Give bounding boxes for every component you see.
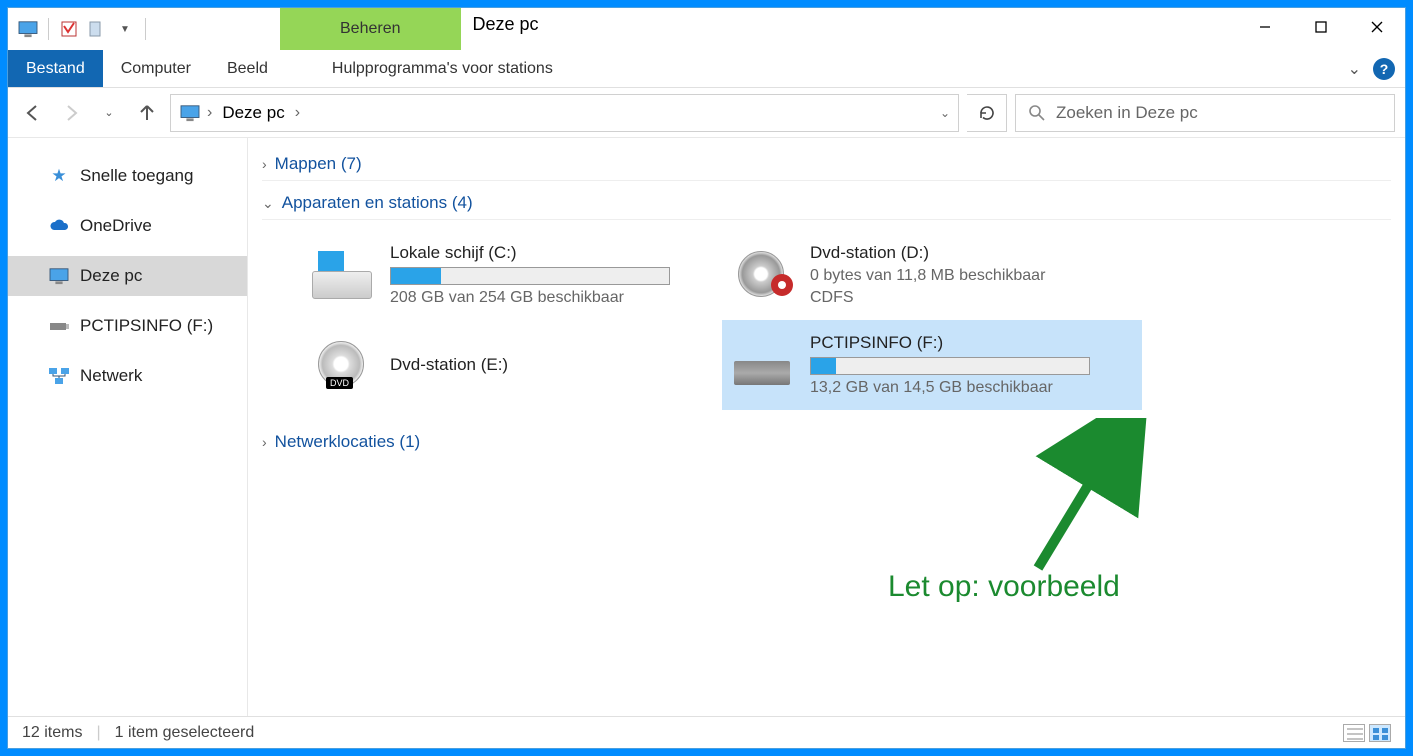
sidebar-item-quick-access[interactable]: ★ Snelle toegang: [8, 156, 247, 196]
dvd-icon: DVD: [312, 341, 376, 389]
sidebar-item-this-pc[interactable]: Deze pc: [8, 256, 247, 296]
status-bar: 12 items | 1 item geselecteerd: [8, 716, 1405, 748]
capacity-bar: [810, 357, 1090, 375]
group-header-folders[interactable]: › Mappen (7): [262, 146, 1391, 181]
cloud-icon: [48, 215, 70, 237]
chevron-right-icon[interactable]: ›: [207, 104, 212, 122]
drive-item-e[interactable]: DVD Dvd-station (E:): [302, 320, 722, 410]
usb-drive-icon: [732, 341, 796, 389]
file-explorer-window: ▼ Beheren Deze pc Bestand Computer Beeld…: [7, 7, 1406, 749]
search-icon: [1028, 104, 1046, 122]
contextual-tab-label: Beheren: [340, 20, 401, 38]
chevron-down-icon: ⌄: [262, 195, 274, 212]
back-button[interactable]: [18, 98, 48, 128]
status-item-count: 12 items: [22, 724, 82, 742]
drive-item-c[interactable]: Lokale schijf (C:) 208 GB van 254 GB bes…: [302, 230, 722, 320]
help-icon[interactable]: ?: [1373, 58, 1395, 80]
drive-subtext: 208 GB van 254 GB beschikbaar: [390, 289, 712, 307]
sidebar-item-usb-drive[interactable]: PCTIPSINFO (F:): [8, 306, 247, 346]
quick-access-toolbar: ▼: [8, 8, 150, 50]
chevron-right-icon: ›: [262, 434, 267, 450]
view-icons-button[interactable]: [1369, 724, 1391, 742]
group-label: Mappen (7): [275, 154, 362, 174]
view-toggles: [1343, 724, 1391, 742]
new-folder-icon[interactable]: [85, 17, 109, 41]
status-selection: 1 item geselecteerd: [115, 724, 255, 742]
app-icon[interactable]: [16, 17, 40, 41]
separator: |: [96, 724, 100, 742]
chevron-right-icon[interactable]: ›: [295, 104, 300, 122]
properties-icon[interactable]: [57, 17, 81, 41]
titlebar: ▼ Beheren Deze pc: [8, 8, 1405, 50]
qat-dropdown-icon[interactable]: ▼: [113, 17, 137, 41]
annotation-text: Let op: voorbeeld: [888, 570, 1120, 604]
tab-computer[interactable]: Computer: [103, 50, 209, 87]
drive-name: Dvd-station (D:): [810, 243, 1132, 263]
drive-name: Lokale schijf (C:): [390, 243, 712, 263]
contextual-tab-header: Beheren: [280, 8, 461, 50]
navigation-bar: ⌄ › Deze pc › ⌄ Zoeken in Deze pc: [8, 88, 1405, 138]
view-details-button[interactable]: [1343, 724, 1365, 742]
sidebar-item-onedrive[interactable]: OneDrive: [8, 206, 247, 246]
maximize-button[interactable]: [1293, 8, 1349, 46]
refresh-button[interactable]: [967, 94, 1007, 132]
drive-subtext: 0 bytes van 11,8 MB beschikbaar: [810, 267, 1132, 285]
navigation-sidebar: ★ Snelle toegang OneDrive Deze pc: [8, 138, 248, 716]
dvd-gear-icon: [732, 251, 796, 299]
drive-item-f[interactable]: PCTIPSINFO (F:) 13,2 GB van 14,5 GB besc…: [722, 320, 1142, 410]
tab-file[interactable]: Bestand: [8, 50, 103, 87]
search-placeholder: Zoeken in Deze pc: [1056, 103, 1198, 123]
main-pane[interactable]: › Mappen (7) ⌄ Apparaten en stations (4)…: [248, 138, 1405, 716]
group-label: Netwerklocaties (1): [275, 432, 421, 452]
window-controls: [1237, 8, 1405, 50]
tab-view[interactable]: Beeld: [209, 50, 286, 87]
content-area: ★ Snelle toegang OneDrive Deze pc: [8, 138, 1405, 716]
close-button[interactable]: [1349, 8, 1405, 46]
group-header-network-locations[interactable]: › Netwerklocaties (1): [262, 424, 1391, 458]
drive-name: PCTIPSINFO (F:): [810, 333, 1132, 353]
forward-button[interactable]: [56, 98, 86, 128]
chevron-right-icon: ›: [262, 156, 267, 172]
pc-icon: [48, 265, 70, 287]
group-label: Apparaten en stations (4): [282, 193, 473, 213]
drive-subtext: 13,2 GB van 14,5 GB beschikbaar: [810, 379, 1132, 397]
capacity-bar: [390, 267, 670, 285]
group-header-devices[interactable]: ⌄ Apparaten en stations (4): [262, 185, 1391, 220]
hdd-windows-icon: [312, 251, 376, 299]
ribbon-tabs: Bestand Computer Beeld Hulpprogramma's v…: [8, 50, 1405, 88]
pc-icon: [179, 104, 201, 122]
up-button[interactable]: [132, 98, 162, 128]
sidebar-item-network[interactable]: Netwerk: [8, 356, 247, 396]
drive-item-d[interactable]: Dvd-station (D:) 0 bytes van 11,8 MB bes…: [722, 230, 1142, 320]
breadcrumb-item[interactable]: Deze pc: [218, 101, 288, 125]
separator: [48, 18, 49, 40]
usb-icon: [48, 315, 70, 337]
drive-name: Dvd-station (E:): [390, 355, 712, 375]
search-input[interactable]: Zoeken in Deze pc: [1015, 94, 1395, 132]
address-bar[interactable]: › Deze pc › ⌄: [170, 94, 959, 132]
minimize-button[interactable]: [1237, 8, 1293, 46]
annotation-arrow-icon: [1008, 418, 1148, 578]
recent-dropdown[interactable]: ⌄: [94, 98, 124, 128]
drive-subtext-fs: CDFS: [810, 289, 1132, 307]
separator: [145, 18, 146, 40]
star-icon: ★: [48, 165, 70, 187]
network-icon: [48, 365, 70, 387]
window-title: Deze pc: [461, 8, 1238, 50]
drives-grid: Lokale schijf (C:) 208 GB van 254 GB bes…: [262, 224, 1391, 424]
ribbon-expand-icon[interactable]: ⌄: [1348, 59, 1361, 79]
tab-drive-tools[interactable]: Hulpprogramma's voor stations: [314, 50, 571, 87]
address-dropdown-icon[interactable]: ⌄: [940, 106, 950, 120]
